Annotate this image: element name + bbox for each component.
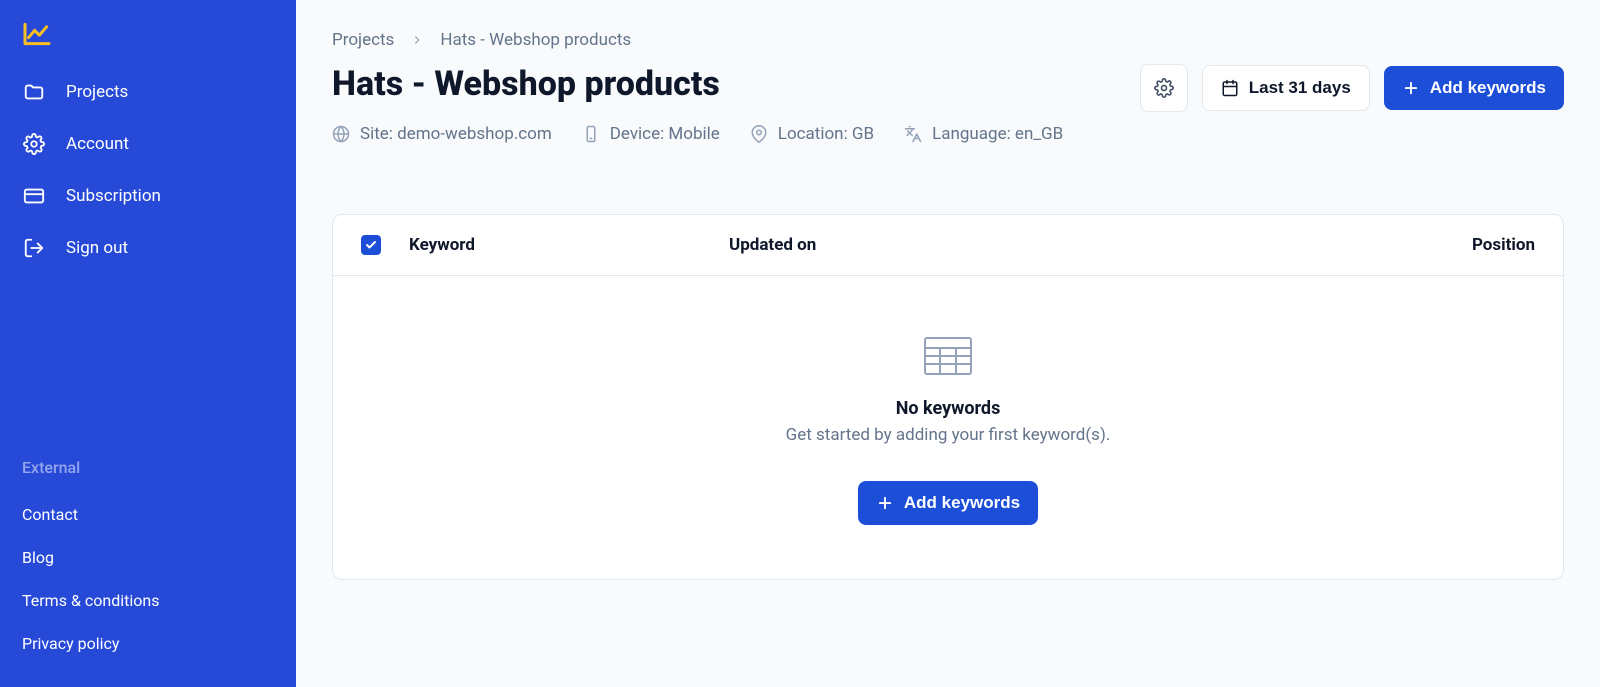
date-range-button[interactable]: Last 31 days [1202, 65, 1370, 111]
mobile-icon [582, 125, 600, 143]
add-keywords-label: Add keywords [1430, 78, 1546, 98]
sidebar-item-subscription[interactable]: Subscription [0, 170, 296, 222]
empty-add-keywords-button[interactable]: Add keywords [858, 481, 1038, 525]
sidebar-item-projects[interactable]: Projects [0, 66, 296, 118]
sidebar-item-label: Sign out [66, 238, 128, 258]
signout-icon [22, 236, 46, 260]
settings-button[interactable] [1140, 64, 1188, 112]
language-icon [904, 125, 922, 143]
keywords-table-card: Keyword Updated on Position No keywords … [332, 214, 1564, 580]
th-position[interactable]: Position [1472, 235, 1535, 255]
gear-icon [1154, 78, 1174, 98]
date-range-label: Last 31 days [1249, 78, 1351, 98]
meta-location: Location: GB [750, 124, 874, 144]
plus-icon [1402, 79, 1420, 97]
meta-device: Device: Mobile [582, 124, 720, 144]
globe-icon [332, 125, 350, 143]
breadcrumb: Projects Hats - Webshop products [332, 30, 1564, 50]
breadcrumb-item[interactable]: Hats - Webshop products [440, 30, 631, 50]
external-link-terms[interactable]: Terms & conditions [22, 579, 274, 622]
external-link-blog[interactable]: Blog [22, 536, 274, 579]
sidebar-item-account[interactable]: Account [0, 118, 296, 170]
empty-state: No keywords Get started by adding your f… [333, 276, 1563, 579]
sidebar-item-label: Projects [66, 82, 128, 102]
empty-add-keywords-label: Add keywords [904, 493, 1020, 513]
main-content: Projects Hats - Webshop products Hats - … [296, 0, 1600, 687]
sidebar-item-label: Subscription [66, 186, 161, 206]
sidebar-external: External Contact Blog Terms & conditions… [0, 458, 296, 665]
external-link-contact[interactable]: Contact [22, 493, 274, 536]
gear-icon [22, 132, 46, 156]
add-keywords-button[interactable]: Add keywords [1384, 66, 1564, 110]
calendar-icon [1221, 79, 1239, 97]
page-title: Hats - Webshop products [332, 64, 720, 104]
chart-line-icon [22, 22, 52, 46]
project-meta: Site: demo-webshop.com Device: Mobile Lo… [332, 124, 1564, 144]
th-keyword[interactable]: Keyword [409, 235, 729, 255]
empty-state-title: No keywords [896, 398, 1001, 419]
meta-site: Site: demo-webshop.com [332, 124, 552, 144]
empty-state-subtitle: Get started by adding your first keyword… [786, 425, 1111, 445]
th-updated-on[interactable]: Updated on [729, 235, 1472, 255]
sidebar-item-label: Account [66, 134, 129, 154]
sidebar-item-signout[interactable]: Sign out [0, 222, 296, 274]
logo [0, 22, 296, 66]
meta-language: Language: en_GB [904, 124, 1063, 144]
credit-card-icon [22, 184, 46, 208]
external-heading: External [22, 458, 274, 477]
sidebar: Projects Account Subscription Sign out E… [0, 0, 296, 687]
table-icon [923, 336, 973, 376]
plus-icon [876, 494, 894, 512]
breadcrumb-item[interactable]: Projects [332, 30, 394, 50]
chevron-right-icon [410, 33, 424, 47]
header-actions: Last 31 days Add keywords [1140, 64, 1564, 112]
folder-icon [22, 80, 46, 104]
table-header: Keyword Updated on Position [333, 215, 1563, 276]
select-all-checkbox[interactable] [361, 235, 381, 255]
external-link-privacy[interactable]: Privacy policy [22, 622, 274, 665]
map-pin-icon [750, 125, 768, 143]
check-icon [365, 239, 377, 251]
nav-main: Projects Account Subscription Sign out [0, 66, 296, 274]
